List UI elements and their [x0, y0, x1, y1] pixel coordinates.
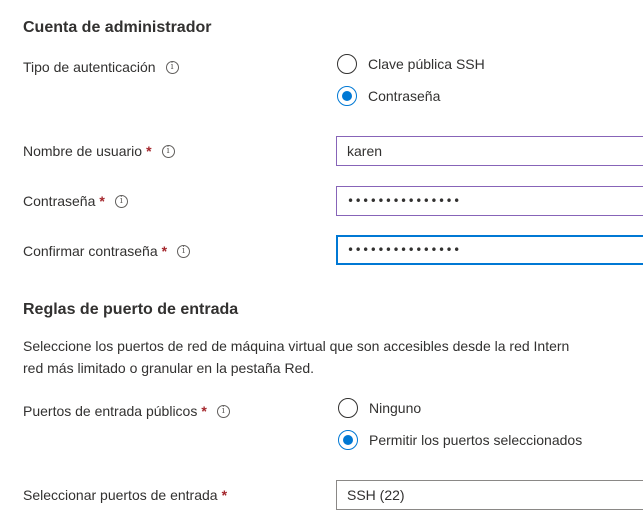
- required-marker: *: [221, 487, 228, 503]
- password-label: Contraseña * i: [23, 193, 128, 209]
- info-icon[interactable]: i: [177, 244, 191, 258]
- inbound-description-line-1: Seleccione los puertos de red de máquina…: [23, 338, 570, 354]
- radio-password[interactable]: Contraseña: [337, 86, 440, 106]
- select-ports-label-text: Seleccionar puertos de entrada: [23, 487, 218, 503]
- radio-none[interactable]: Ninguno: [338, 398, 421, 418]
- username-value: karen: [347, 143, 383, 159]
- admin-account-heading: Cuenta de administrador: [23, 19, 212, 36]
- confirm-password-masked-value: •••••••••••••••: [347, 243, 461, 257]
- radio-selected-icon[interactable]: [337, 86, 357, 106]
- password-input[interactable]: •••••••••••••••: [336, 186, 643, 216]
- radio-circle-icon[interactable]: [338, 398, 358, 418]
- select-ports-label: Seleccionar puertos de entrada *: [23, 487, 227, 503]
- info-icon[interactable]: i: [165, 60, 179, 74]
- username-label-text: Nombre de usuario: [23, 143, 143, 159]
- confirm-password-input[interactable]: •••••••••••••••: [336, 235, 643, 265]
- required-marker: *: [201, 403, 207, 419]
- confirm-password-label: Confirmar contraseña * i: [23, 243, 191, 259]
- auth-type-label-text: Tipo de autenticación: [23, 59, 156, 75]
- info-icon[interactable]: i: [161, 144, 175, 158]
- username-label: Nombre de usuario * i: [23, 143, 175, 159]
- info-icon[interactable]: i: [114, 194, 128, 208]
- confirm-password-label-text: Confirmar contraseña: [23, 243, 158, 259]
- auth-type-label: Tipo de autenticación i: [23, 59, 179, 75]
- radio-allow-selected-ports[interactable]: Permitir los puertos seleccionados: [338, 430, 582, 450]
- radio-circle-icon[interactable]: [337, 54, 357, 74]
- public-ports-label-text: Puertos de entrada públicos: [23, 403, 198, 419]
- public-ports-label: Puertos de entrada públicos * i: [23, 403, 230, 419]
- radio-ssh-label[interactable]: Clave pública SSH: [368, 56, 485, 72]
- inbound-description-line-2: red más limitado o granular en la pestañ…: [23, 360, 315, 376]
- password-masked-value: •••••••••••••••: [347, 194, 461, 208]
- required-marker: *: [161, 243, 168, 259]
- radio-ssh-public-key[interactable]: Clave pública SSH: [337, 54, 485, 74]
- radio-selected-icon[interactable]: [338, 430, 358, 450]
- radio-password-label[interactable]: Contraseña: [368, 88, 440, 104]
- username-input[interactable]: karen: [336, 136, 643, 166]
- info-icon[interactable]: i: [216, 404, 230, 418]
- select-ports-dropdown[interactable]: SSH (22): [336, 480, 643, 510]
- radio-none-label[interactable]: Ninguno: [369, 400, 421, 416]
- required-marker: *: [99, 193, 105, 209]
- password-label-text: Contraseña: [23, 193, 96, 209]
- select-ports-value: SSH (22): [347, 487, 405, 503]
- radio-allow-label[interactable]: Permitir los puertos seleccionados: [369, 432, 582, 448]
- inbound-rules-heading: Reglas de puerto de entrada: [23, 301, 239, 318]
- required-marker: *: [146, 143, 152, 159]
